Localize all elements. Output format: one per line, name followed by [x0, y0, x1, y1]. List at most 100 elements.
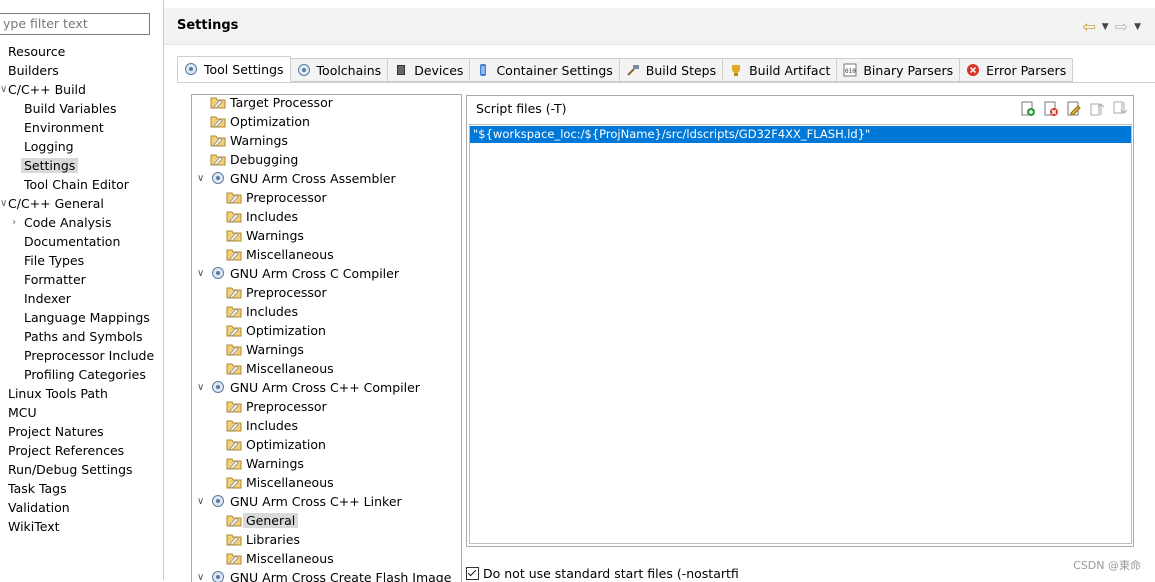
nav-item-documentation[interactable]: Documentation	[24, 232, 120, 251]
nav-item-c-c-general[interactable]: ∨C/C++ General	[8, 194, 104, 213]
tab-toolchains[interactable]: Toolchains	[291, 58, 389, 82]
move-up-icon[interactable]	[1089, 101, 1105, 117]
nav-item-task-tags[interactable]: Task Tags	[8, 479, 67, 498]
tree-item-miscellaneous[interactable]: Miscellaneous	[226, 245, 334, 264]
tree-item-warnings[interactable]: Warnings	[226, 454, 304, 473]
nav-item-c-c-build[interactable]: ∨C/C++ Build	[8, 80, 86, 99]
tree-item-miscellaneous[interactable]: Miscellaneous	[226, 473, 334, 492]
tree-item-warnings[interactable]: Warnings	[226, 226, 304, 245]
nav-item-settings[interactable]: Settings	[24, 156, 78, 175]
tree-item-includes[interactable]: Includes	[226, 207, 298, 226]
tree-item-label: Miscellaneous	[246, 247, 334, 262]
nav-item-language-mappings[interactable]: Language Mappings	[24, 308, 150, 327]
script-files-list[interactable]: "${workspace_loc:/${ProjName}/src/ldscri…	[469, 124, 1132, 544]
add-icon[interactable]	[1020, 101, 1036, 117]
nav-item-wikitext[interactable]: WikiText	[8, 517, 60, 536]
nav-item-mcu[interactable]: MCU	[8, 403, 37, 422]
settings-folder-icon	[210, 152, 226, 166]
tree-item-preprocessor[interactable]: Preprocessor	[226, 283, 327, 302]
nav-item-label: Preprocessor Include	[24, 348, 154, 363]
delete-icon[interactable]	[1043, 101, 1059, 117]
nav-item-preprocessor-include[interactable]: Preprocessor Include	[24, 346, 154, 365]
tree-item-debugging[interactable]: Debugging	[210, 150, 298, 169]
nav-item-label: Run/Debug Settings	[8, 462, 133, 477]
tree-item-libraries[interactable]: Libraries	[226, 530, 300, 549]
tool-gear-icon	[210, 266, 226, 280]
tree-item-includes[interactable]: Includes	[226, 416, 298, 435]
nav-item-profiling-categories[interactable]: Profiling Categories	[24, 365, 146, 384]
tab-devices[interactable]: Devices	[388, 58, 470, 82]
nav-item-build-variables[interactable]: Build Variables	[24, 99, 116, 118]
nav-item-environment[interactable]: Environment	[24, 118, 104, 137]
nav-item-validation[interactable]: Validation	[8, 498, 70, 517]
filter-input[interactable]: ype filter text	[0, 13, 150, 35]
forward-dropdown-icon[interactable]: ▼	[1134, 22, 1141, 32]
forward-arrow-icon[interactable]: ⇨	[1115, 17, 1128, 36]
tree-item-gnu-arm-cross-c-linker[interactable]: ∨GNU Arm Cross C++ Linker	[210, 492, 402, 511]
nav-item-project-references[interactable]: Project References	[8, 441, 124, 460]
tree-item-target-processor[interactable]: Target Processor	[210, 94, 333, 112]
tree-item-label: Warnings	[246, 456, 304, 471]
tree-item-preprocessor[interactable]: Preprocessor	[226, 397, 327, 416]
chevron-down-icon[interactable]: ∨	[197, 492, 204, 511]
nav-item-label: Code Analysis	[24, 215, 111, 230]
nav-item-code-analysis[interactable]: ›Code Analysis	[24, 213, 111, 232]
settings-folder-icon	[226, 475, 242, 489]
settings-folder-icon	[226, 323, 242, 337]
tab-build-artifact[interactable]: Build Artifact	[723, 58, 837, 82]
nav-item-formatter[interactable]: Formatter	[24, 270, 86, 289]
tree-item-optimization[interactable]: Optimization	[226, 435, 326, 454]
tree-item-gnu-arm-cross-c-compiler[interactable]: ∨GNU Arm Cross C Compiler	[210, 264, 399, 283]
nav-item-label: Settings	[21, 158, 78, 173]
nav-item-run-debug-settings[interactable]: Run/Debug Settings	[8, 460, 133, 479]
checkbox-box[interactable]	[466, 567, 479, 580]
nav-item-tool-chain-editor[interactable]: Tool Chain Editor	[24, 175, 129, 194]
nav-item-logging[interactable]: Logging	[24, 137, 74, 156]
chevron-down-icon[interactable]: ∨	[0, 80, 7, 99]
tree-item-gnu-arm-cross-c-compiler[interactable]: ∨GNU Arm Cross C++ Compiler	[210, 378, 420, 397]
back-arrow-icon[interactable]: ⇦	[1082, 17, 1095, 36]
list-item[interactable]: "${workspace_loc:/${ProjName}/src/ldscri…	[470, 126, 1131, 143]
nav-item-builders[interactable]: Builders	[8, 61, 59, 80]
edit-icon[interactable]	[1066, 101, 1082, 117]
nav-item-label: Resource	[8, 44, 65, 59]
tree-item-includes[interactable]: Includes	[226, 302, 298, 321]
tree-item-optimization[interactable]: Optimization	[210, 112, 310, 131]
nav-item-project-natures[interactable]: Project Natures	[8, 422, 104, 441]
page-title: Settings	[177, 18, 238, 33]
tab-label: Error Parsers	[986, 63, 1066, 78]
tab-tool-settings[interactable]: Tool Settings	[177, 56, 291, 82]
chevron-right-icon[interactable]: ›	[12, 213, 16, 232]
tab-binary-parsers[interactable]: 010Binary Parsers	[837, 58, 960, 82]
tree-item-label: Includes	[246, 209, 298, 224]
tree-item-warnings[interactable]: Warnings	[210, 131, 288, 150]
move-down-icon[interactable]	[1112, 101, 1128, 117]
tab-error-parsers[interactable]: Error Parsers	[960, 58, 1073, 82]
tab-build-steps[interactable]: Build Steps	[620, 58, 723, 82]
settings-folder-icon	[226, 304, 242, 318]
chevron-down-icon[interactable]: ∨	[197, 378, 204, 397]
tree-item-miscellaneous[interactable]: Miscellaneous	[226, 359, 334, 378]
tree-item-general[interactable]: General	[226, 511, 298, 530]
nostartfiles-checkbox[interactable]: Do not use standard start files (-nostar…	[466, 566, 739, 581]
checkbox-label: Do not use standard start files (-nostar…	[483, 566, 739, 581]
binary-icon: 010	[843, 63, 857, 77]
nav-item-paths-and-symbols[interactable]: Paths and Symbols	[24, 327, 143, 346]
settings-folder-icon	[226, 551, 242, 565]
tool-gear-icon	[210, 570, 226, 582]
nav-item-file-types[interactable]: File Types	[24, 251, 84, 270]
tree-item-miscellaneous[interactable]: Miscellaneous	[226, 549, 334, 568]
nav-item-resource[interactable]: Resource	[8, 42, 65, 61]
back-dropdown-icon[interactable]: ▼	[1102, 22, 1109, 32]
chevron-down-icon[interactable]: ∨	[197, 264, 204, 283]
tree-item-gnu-arm-cross-assembler[interactable]: ∨GNU Arm Cross Assembler	[210, 169, 396, 188]
nav-item-indexer[interactable]: Indexer	[24, 289, 71, 308]
tree-item-warnings[interactable]: Warnings	[226, 340, 304, 359]
nav-item-linux-tools-path[interactable]: Linux Tools Path	[8, 384, 108, 403]
tree-item-preprocessor[interactable]: Preprocessor	[226, 188, 327, 207]
chevron-down-icon[interactable]: ∨	[0, 194, 7, 213]
tree-item-label: GNU Arm Cross C++ Compiler	[230, 380, 420, 395]
tree-item-optimization[interactable]: Optimization	[226, 321, 326, 340]
chevron-down-icon[interactable]: ∨	[197, 169, 204, 188]
tab-container-settings[interactable]: Container Settings	[470, 58, 619, 82]
